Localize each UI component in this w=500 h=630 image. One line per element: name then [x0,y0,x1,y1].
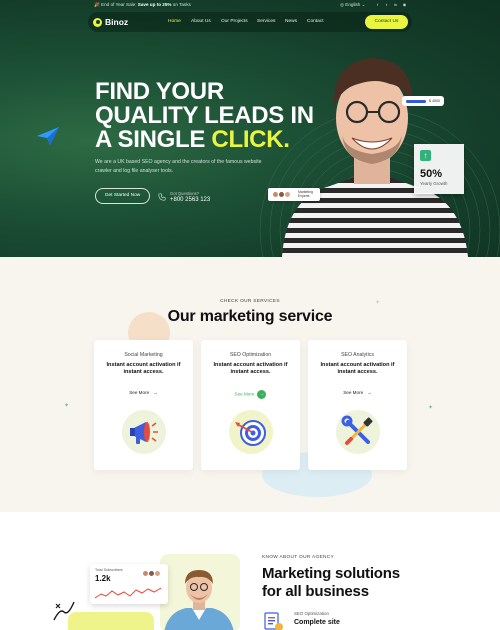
nav-item-home[interactable]: Home [168,19,181,24]
megaphone-icon [122,410,166,454]
logo-text: Binoz [105,17,129,27]
card-category: SEO Optimization [229,352,272,358]
subscribers-value: 1.2k [95,574,111,583]
main-navigation: Binoz Home About Us Our Projects Service… [88,12,412,32]
contact-us-button[interactable]: Contact Us [365,15,408,29]
mini-payment-widget: $ 4500 [402,96,444,106]
globe-icon: ◎ [340,2,345,7]
services-section: ✦ ✦ ✦ CHECK OUR SERVICES Our marketing s… [0,257,500,512]
see-more-link[interactable]: See More → [94,390,193,395]
card-category: SEO Analytics [341,352,374,358]
nav-item-services[interactable]: Services [257,19,275,24]
language-label: English [345,2,361,7]
about-section: Total Subscribers 1.2k KNOW ABOUT OUR AG… [0,512,500,630]
card-title: Instant account activation if instant ac… [320,362,395,376]
phone-number[interactable]: +800 2563 123 [170,197,210,203]
arrow-right-icon: → [367,390,372,395]
phone-label: Got Questions? [170,191,200,196]
avatar [284,191,291,198]
payment-bar [406,99,426,103]
twitter-icon[interactable]: t [384,2,389,7]
phone-icon [158,193,166,201]
nav-item-news[interactable]: News [285,19,297,24]
headline-line-3-prefix: A SINGLE [95,126,212,153]
growth-value: 50% [420,168,443,180]
tools-icon [336,410,380,454]
about-title-line-1: Marketing solutions [262,565,400,582]
experts-card: Marketing Experts [268,188,320,201]
experts-label: Marketing Experts [298,190,313,198]
card-title: Instant account activation if instant ac… [213,362,288,376]
linkedin-icon[interactable]: in [393,2,398,7]
facebook-icon[interactable]: f [375,2,380,7]
agency-person-image [164,570,234,630]
about-kicker: KNOW ABOUT OUR AGENCY [262,555,335,560]
sparkle-icon: ✦ [428,405,434,411]
promo-icon: 🎉 [94,2,100,7]
promo-suffix: on Tasks [171,2,191,7]
instagram-icon[interactable]: ◉ [402,2,407,7]
about-title: Marketing solutions for all business [262,565,400,601]
card-title: Instant account activation if instant ac… [106,362,181,376]
hero-description: We are a UK based SEO agency and the cre… [95,159,262,174]
get-started-button[interactable]: Get Started Now [95,188,150,204]
growth-stat-card: ↑ 50% Yearly Growth [414,144,464,194]
subscribers-card: Total Subscribers 1.2k [90,564,168,604]
growth-label: Yearly Growth [420,181,448,186]
seo-feature-title: Complete site [294,619,340,626]
sparkle-icon: ✦ [64,403,70,409]
see-more-label: See More [234,391,255,397]
seo-document-icon [264,612,283,630]
see-more-link[interactable]: See More → [308,390,407,395]
logo[interactable]: Binoz [93,17,128,27]
language-selector[interactable]: ◎ English ⌄ [340,2,366,8]
promo-text: 🎉 End of Year Sale: Save up to 25% on Ta… [94,2,191,8]
arrow-right-icon: → [153,390,158,395]
doodle-icon [53,601,75,621]
seo-feature-label: SEO Optimization [294,611,329,616]
paper-plane-icon [37,127,59,145]
chevron-down-icon: ⌄ [361,2,366,7]
nav-item-about-us[interactable]: About Us [191,19,211,24]
see-more-label: See More [343,390,364,395]
services-kicker: CHECK OUR SERVICES [220,299,280,304]
about-title-line-2: for all business [262,583,369,600]
see-more-link[interactable]: See More → [201,390,300,399]
target-icon [229,410,273,454]
image-backdrop [68,612,154,630]
promo-prefix: End of Year Sale: [101,2,138,7]
see-more-label: See More [129,390,150,395]
payment-amount: $ 4500 [429,98,440,103]
hero-section: 🎉 End of Year Sale: Save up to 25% on Ta… [0,0,500,257]
service-card-seo-analytics[interactable]: SEO Analytics Instant account activation… [308,340,407,470]
services-title: Our marketing service [167,308,333,325]
logo-icon [93,17,102,27]
arrow-up-icon: ↑ [420,150,431,161]
subscribers-label: Total Subscribers [95,568,123,572]
card-category: Social Marketing [124,352,163,358]
service-card-seo-optimization[interactable]: SEO Optimization Instant account activat… [201,340,300,470]
arrow-right-icon: → [257,390,267,399]
nav-item-contact[interactable]: Contact [307,19,324,24]
nav-item-our-projects[interactable]: Our Projects [221,19,248,24]
service-card-social-marketing[interactable]: Social Marketing Instant account activat… [94,340,193,470]
top-bar: 🎉 End of Year Sale: Save up to 25% on Ta… [0,0,500,10]
promo-highlight: Save up to 25% [137,2,172,7]
subscribers-sparkline [95,587,161,599]
